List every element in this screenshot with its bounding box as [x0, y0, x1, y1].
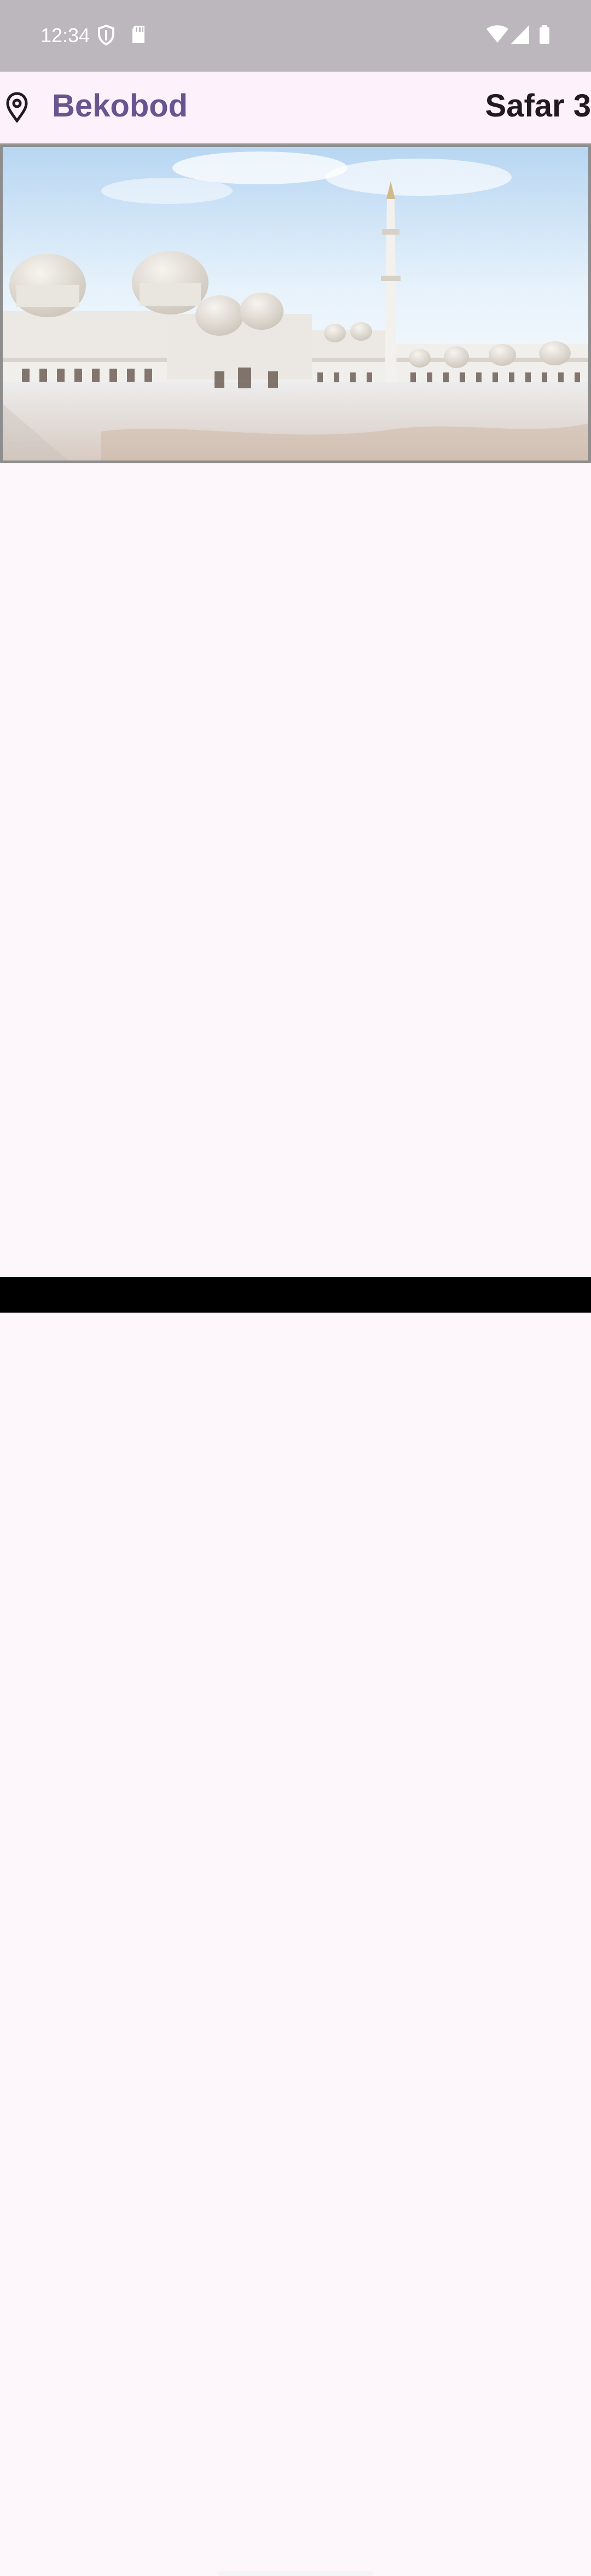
wifi-icon [486, 25, 508, 43]
navigation-bar [0, 1277, 591, 2576]
battery-icon [540, 25, 549, 44]
home-indicator[interactable] [218, 2571, 373, 2576]
shield-icon [98, 25, 114, 45]
status-time: 12:34 [40, 24, 90, 46]
content-area [0, 463, 591, 1277]
hijri-date: Safar 3 [485, 88, 591, 124]
location-pin-icon[interactable] [4, 92, 30, 123]
city-title[interactable]: Bekobod [52, 88, 188, 124]
mosque-photo [3, 147, 588, 461]
hero-image-frame [0, 144, 591, 463]
status-bar: 12:34 [0, 0, 591, 72]
signal-icon [511, 25, 529, 44]
sd-card-icon [132, 26, 144, 43]
